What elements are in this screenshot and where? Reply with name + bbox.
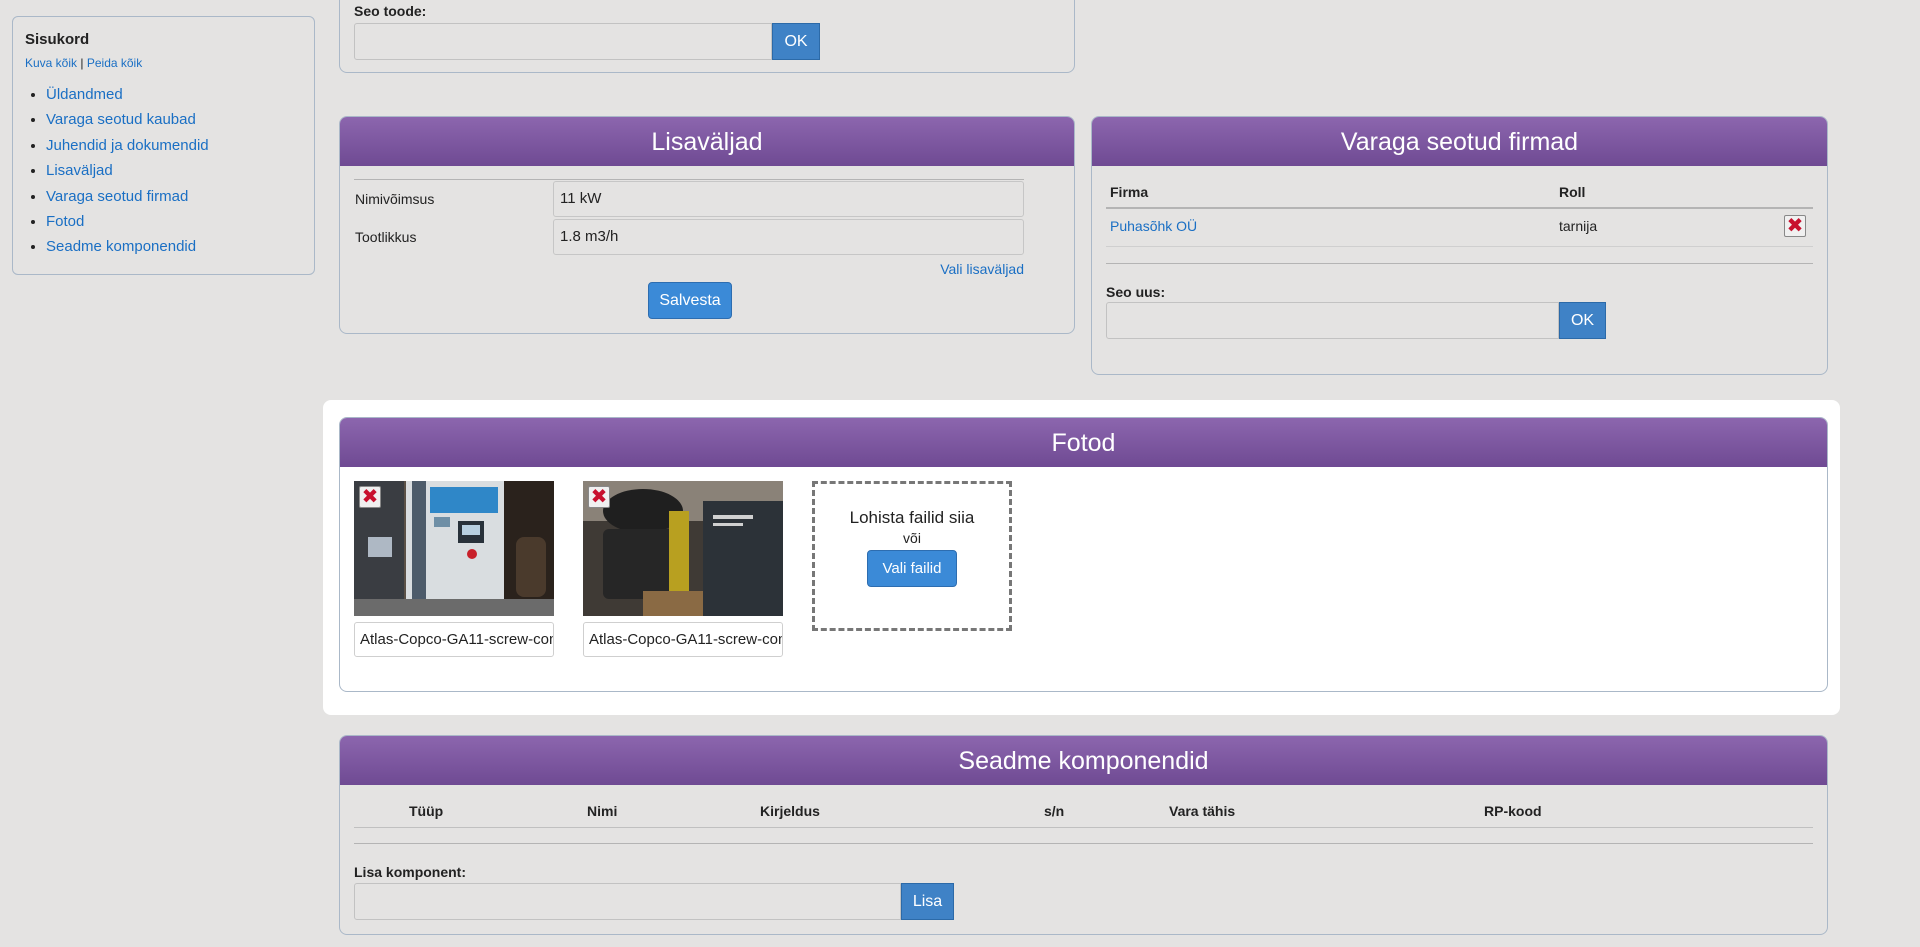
extra-fields-divider [354, 179, 1024, 180]
table-row-divider [1106, 246, 1813, 247]
save-button[interactable]: Salvesta [648, 282, 732, 319]
link-new-label: Seo uus: [1106, 284, 1166, 300]
delete-photo-icon[interactable]: ✖ [588, 486, 610, 508]
choose-extra-fields-link[interactable]: Vali lisaväljad [940, 261, 1024, 277]
toc-item-lisavaljad: Lisaväljad [46, 158, 302, 183]
extra-field-label: Nimivõimsus [355, 191, 435, 207]
link-product-panel: Seo toode: OK [339, 0, 1075, 73]
section-divider [354, 843, 1813, 844]
extra-field-label: Tootlikkus [355, 229, 417, 245]
toc-item-juhendid: Juhendid ja dokumendid [46, 133, 302, 158]
choose-files-button[interactable]: Vali failid [867, 550, 957, 587]
toc-link-juhendid[interactable]: Juhendid ja dokumendid [46, 137, 209, 154]
dropzone-text: Lohista failid siia [849, 508, 975, 527]
company-role: tarnija [1559, 218, 1598, 234]
toc-item-seotud-kaubad: Varaga seotud kaubad [46, 107, 302, 132]
table-header-divider [354, 827, 1813, 828]
link-product-ok-button[interactable]: OK [772, 23, 820, 60]
column-header-nimi: Nimi [587, 803, 618, 819]
hide-all-link[interactable]: Peida kõik [87, 56, 142, 70]
add-component-button[interactable]: Lisa [901, 883, 954, 920]
extra-fields-title: Lisaväljad [340, 117, 1074, 166]
toc-item-fotod: Fotod [46, 209, 302, 234]
column-header-kirjeldus: Kirjeldus [760, 803, 820, 819]
column-header-firma: Firma [1110, 184, 1149, 200]
link-product-input[interactable] [354, 23, 772, 60]
device-components-title: Seadme komponendid [340, 736, 1827, 785]
column-header-rp-kood: RP-kood [1484, 803, 1542, 819]
photo-filename-field[interactable]: Atlas-Copco-GA11-screw-compressor-2.jpg [583, 622, 783, 657]
device-components-panel: Seadme komponendid Tüüp Nimi Kirjeldus s… [339, 735, 1828, 935]
photo-thumbnail[interactable]: ✖ [583, 481, 783, 616]
toc-item-komponendid: Seadme komponendid [46, 234, 302, 259]
toc-list: Üldandmed Varaga seotud kaubad Juhendid … [25, 82, 302, 260]
column-header-sn: s/n [1044, 803, 1065, 819]
dropzone-or-text: või [903, 530, 921, 546]
delete-company-icon[interactable]: ✖ [1784, 215, 1806, 237]
extra-field-value-input[interactable]: 11 kW [553, 181, 1024, 217]
show-all-link[interactable]: Kuva kõik [25, 56, 77, 70]
table-of-contents: Sisukord Kuva kõik | Peida kõik Üldandme… [12, 16, 315, 275]
related-companies-title: Varaga seotud firmad [1092, 117, 1827, 166]
column-header-tyyp: Tüüp [409, 803, 444, 819]
section-divider [1106, 263, 1813, 264]
compressor-photo-image [583, 481, 783, 616]
file-dropzone[interactable]: Lohista failid siia või Vali failid [812, 481, 1012, 631]
toc-link-seotud-kaubad[interactable]: Varaga seotud kaubad [46, 111, 196, 128]
toc-link-uldandmed[interactable]: Üldandmed [46, 86, 123, 103]
add-component-label: Lisa komponent: [354, 864, 467, 880]
company-link[interactable]: Puhasõhk OÜ [1110, 218, 1197, 234]
column-header-vara-tahis: Vara tähis [1169, 803, 1236, 819]
toc-link-fotod[interactable]: Fotod [46, 213, 84, 230]
toc-links-separator: | [80, 56, 84, 70]
toc-title: Sisukord [25, 31, 90, 48]
toc-link-firmad[interactable]: Varaga seotud firmad [46, 188, 188, 205]
link-product-label: Seo toode: [354, 3, 427, 19]
toc-toggle-links: Kuva kõik | Peida kõik [25, 56, 302, 70]
toc-link-lisavaljad[interactable]: Lisaväljad [46, 162, 113, 179]
related-companies-panel: Varaga seotud firmad Firma Roll Puhasõhk… [1091, 116, 1828, 375]
extra-field-value-input[interactable]: 1.8 m3/h [553, 219, 1024, 255]
toc-item-firmad: Varaga seotud firmad [46, 184, 302, 209]
add-component-input[interactable] [354, 883, 901, 920]
toc-link-komponendid[interactable]: Seadme komponendid [46, 238, 196, 255]
link-new-company-input[interactable] [1106, 302, 1559, 339]
photo-filename-field[interactable]: Atlas-Copco-GA11-screw-compressor-1.jpg [354, 622, 554, 657]
photos-title: Fotod [340, 418, 1827, 467]
photos-panel: Fotod ✖ Atlas-Copco-GA11-screw-compresso… [339, 417, 1828, 692]
column-header-roll: Roll [1559, 184, 1586, 200]
delete-photo-icon[interactable]: ✖ [359, 486, 381, 508]
extra-fields-panel: Lisaväljad Nimivõimsus 11 kW Tootlikkus … [339, 116, 1075, 334]
compressor-photo-image [354, 481, 554, 616]
link-new-company-ok-button[interactable]: OK [1559, 302, 1606, 339]
toc-item-uldandmed: Üldandmed [46, 82, 302, 107]
table-header-divider [1106, 207, 1813, 209]
photo-thumbnail[interactable]: ✖ [354, 481, 554, 616]
